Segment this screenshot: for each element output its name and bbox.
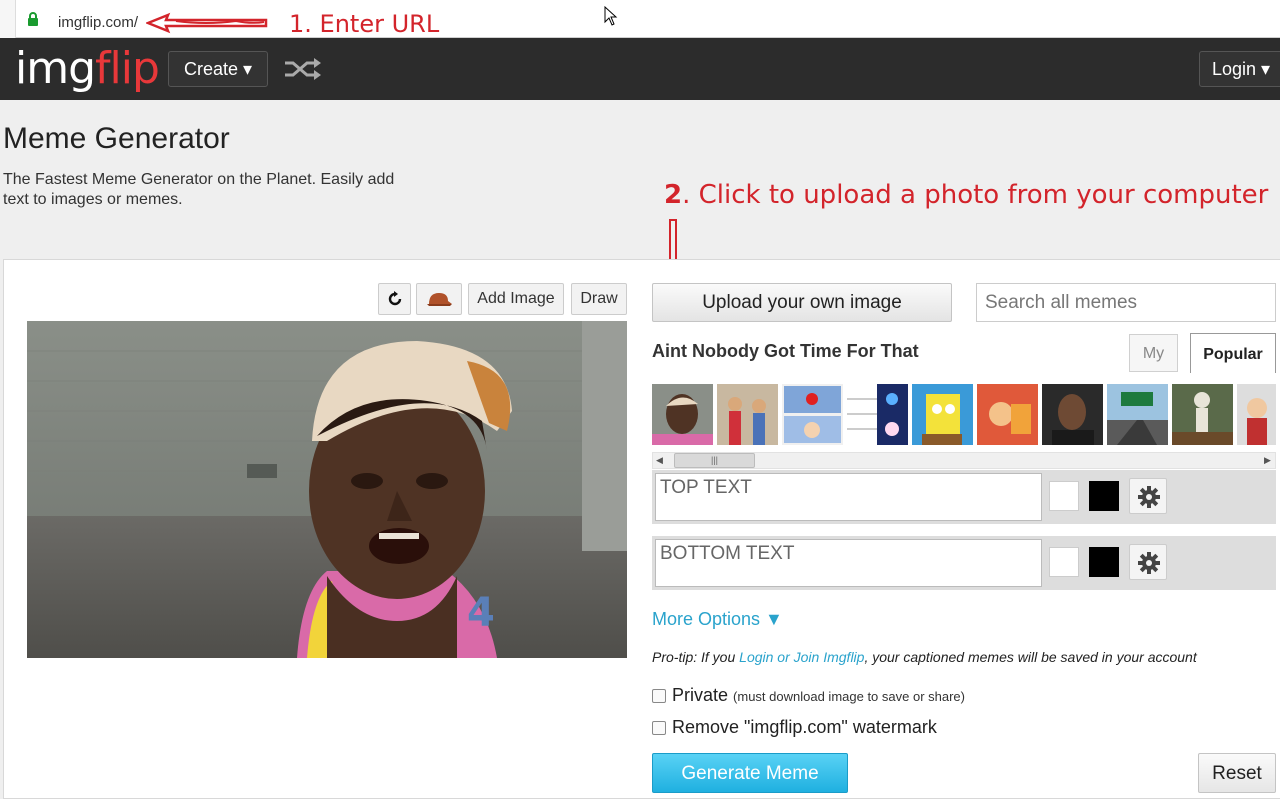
scumbag-hat-button[interactable] (416, 283, 462, 315)
protip-suffix: , your captioned memes will be saved in … (864, 649, 1197, 665)
hat-icon (427, 293, 452, 306)
url-text[interactable]: imgflip.com/ (58, 14, 138, 31)
private-note: (must download image to save or share) (733, 689, 965, 704)
reset-button[interactable]: Reset (1198, 753, 1276, 793)
bottom-text-outline-color-swatch[interactable] (1089, 547, 1119, 577)
rotate-button[interactable] (378, 283, 411, 315)
logo-img-part: img (15, 43, 96, 94)
svg-text:4: 4 (467, 590, 495, 636)
meme-thumbnail[interactable] (912, 384, 973, 445)
scroll-right-arrow-icon[interactable]: ▶ (1264, 455, 1271, 466)
gear-icon (1138, 552, 1160, 574)
imgflip-logo[interactable]: imgflip (15, 43, 160, 94)
protip-text: Pro-tip: If you Login or Join Imgflip, y… (652, 649, 1197, 665)
logo-flip-part: flip (95, 43, 160, 94)
browser-url-bar[interactable]: imgflip.com/ 1. Enter URL (0, 0, 1280, 38)
private-label-text: Private (672, 685, 729, 705)
page-subtitle: The Fastest Meme Generator on the Planet… (3, 171, 395, 208)
tab-my[interactable]: My (1129, 334, 1178, 372)
protip-prefix: Pro-tip: If you (652, 649, 740, 665)
meme-thumbnail[interactable] (1042, 384, 1103, 445)
login-join-link[interactable]: Login or Join Imgflip (739, 649, 864, 665)
top-text-row: TOP TEXT (652, 470, 1276, 524)
top-text-input[interactable]: TOP TEXT (655, 473, 1042, 521)
generate-meme-button[interactable]: Generate Meme (652, 753, 848, 793)
annotation-step2: 2. Click to upload a photo from your com… (664, 180, 1268, 210)
lock-icon (28, 12, 38, 26)
scrollbar-thumb[interactable]: ||| (674, 453, 755, 468)
login-dropdown-button[interactable]: Login ▾ (1199, 51, 1280, 87)
meme-thumbnail[interactable] (782, 384, 843, 445)
tab-popular[interactable]: Popular (1190, 333, 1276, 373)
meme-thumbnail[interactable] (847, 384, 908, 445)
more-options-link[interactable]: More Options ▼ (652, 609, 783, 630)
gear-icon (1138, 486, 1160, 508)
add-image-button[interactable]: Add Image (468, 283, 564, 315)
remove-watermark-label[interactable]: Remove "imgflip.com" watermark (672, 717, 937, 738)
top-text-outline-color-swatch[interactable] (1089, 481, 1119, 511)
top-text-settings-button[interactable] (1129, 478, 1167, 514)
draw-button[interactable]: Draw (571, 283, 627, 315)
selected-meme-name: Aint Nobody Got Time For That (652, 341, 919, 361)
meme-thumbnail[interactable] (977, 384, 1038, 445)
private-label[interactable]: Private (must download image to save or … (672, 685, 965, 706)
bottom-text-row: BOTTOM TEXT (652, 536, 1276, 590)
annotation-step2-text: . Click to upload a photo from your comp… (682, 180, 1269, 210)
annotation-step2-number: 2 (664, 180, 683, 210)
remove-watermark-checkbox[interactable] (652, 721, 666, 735)
top-text-fill-color-swatch[interactable] (1049, 481, 1079, 511)
meme-image-preview[interactable]: 4 (27, 321, 627, 658)
browser-edge (0, 0, 16, 38)
mouse-cursor-icon (604, 6, 618, 26)
meme-thumbnail[interactable] (1172, 384, 1233, 445)
shuffle-icon[interactable] (283, 57, 323, 81)
meme-thumbnail[interactable] (1237, 384, 1276, 445)
search-memes-input[interactable] (976, 283, 1276, 322)
meme-thumbnail-strip (652, 384, 1276, 446)
private-checkbox[interactable] (652, 689, 666, 703)
bottom-text-input[interactable]: BOTTOM TEXT (655, 539, 1042, 587)
bottom-text-fill-color-swatch[interactable] (1049, 547, 1079, 577)
bottom-text-settings-button[interactable] (1129, 544, 1167, 580)
meme-thumbnail[interactable] (717, 384, 778, 445)
page-title: Meme Generator (3, 122, 230, 155)
meme-thumbnail[interactable] (652, 384, 713, 445)
scroll-left-arrow-icon[interactable]: ◀ (656, 455, 663, 466)
annotation-arrow-left-icon (146, 12, 268, 34)
annotation-step1: 1. Enter URL (289, 10, 440, 38)
create-dropdown-button[interactable]: Create ▾ (168, 51, 268, 87)
meme-thumbnail[interactable] (1107, 384, 1168, 445)
rotate-icon (388, 291, 401, 306)
upload-own-image-button[interactable]: Upload your own image (652, 283, 952, 322)
